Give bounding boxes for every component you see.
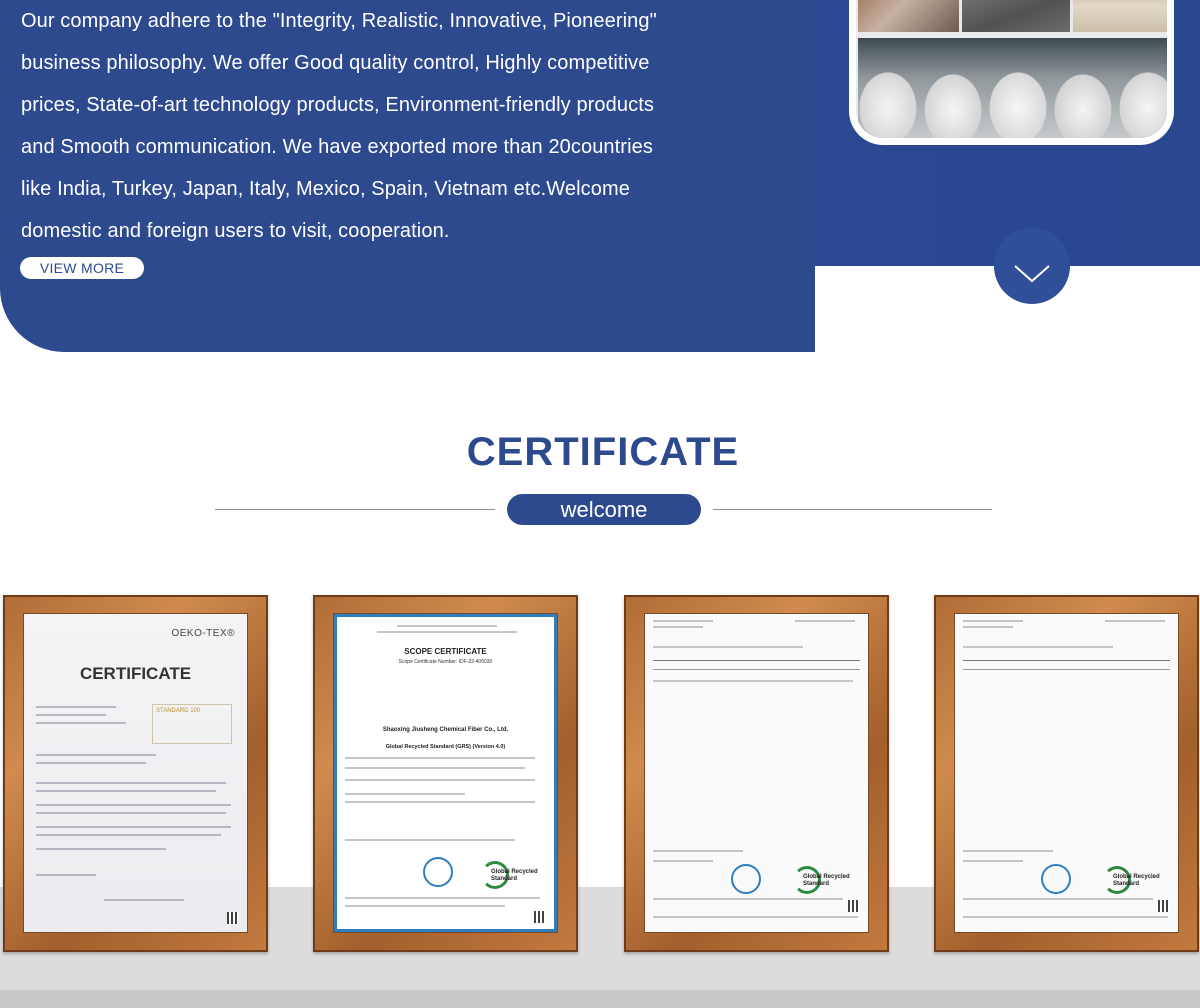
certificate-heading: SCOPE CERTIFICATE [404, 647, 487, 656]
certificate-frame-2[interactable]: SCOPE CERTIFICATE Scope Certificate Numb… [313, 595, 578, 952]
qr-code [227, 912, 239, 924]
products-table [653, 660, 860, 670]
qr-code [1158, 900, 1170, 912]
standard-name: Global Recycled Standard (GRS) (Version … [385, 744, 506, 750]
text-line [653, 850, 743, 852]
about-line: and Smooth communication. We have export… [21, 136, 653, 158]
text-line [345, 767, 525, 769]
certificate-heading: CERTIFICATE [79, 664, 192, 683]
site-appendix-certificate: Global Recycled Standard [955, 614, 1178, 932]
oeko-tex-certificate: OEKO-TEX® CERTIFICATE STANDARD 100 [24, 614, 247, 932]
about-line: like India, Turkey, Japan, Italy, Mexico… [21, 178, 630, 200]
text-line [345, 801, 535, 803]
grs-logo: Global Recycled Standard [481, 861, 539, 889]
factory-photo-1 [858, 0, 959, 32]
text-line [653, 860, 713, 862]
qr-code [848, 900, 860, 912]
text-line [1105, 620, 1165, 622]
text-line [36, 826, 231, 828]
text-line [963, 850, 1053, 852]
grs-logo-text: Global Recycled Standard [1113, 874, 1160, 887]
chevron-down-icon [1014, 265, 1050, 283]
about-line: domestic and foreign users to visit, coo… [21, 220, 450, 242]
grs-logo: Global Recycled Standard [1103, 866, 1161, 894]
title-divider-right [713, 509, 992, 510]
grs-logo-text: Global Recycled Standard [803, 874, 850, 887]
text-line [36, 848, 166, 850]
standard-100-badge: STANDARD 100 [152, 704, 232, 744]
text-line [345, 793, 465, 795]
text-line [36, 790, 216, 792]
certificate-title: CERTIFICATE [466, 430, 740, 474]
certificate-number: Scope Certificate Number: IDF-22-405030 [398, 659, 493, 665]
text-line [36, 782, 226, 784]
scope-certificate: SCOPE CERTIFICATE Scope Certificate Numb… [334, 614, 557, 932]
text-line [36, 762, 146, 764]
text-line [36, 874, 96, 876]
text-line [653, 626, 703, 628]
text-line [397, 625, 497, 627]
warehouse-bags-photo [858, 38, 1167, 138]
factory-photo-2 [962, 0, 1070, 32]
text-line [345, 905, 505, 907]
grs-logo: Global Recycled Standard [793, 866, 851, 894]
site-table [963, 660, 1170, 670]
text-line [653, 916, 858, 918]
idfl-seal [731, 864, 761, 894]
text-line [653, 898, 843, 900]
qr-code [534, 911, 546, 923]
about-line: business philosophy. We offer Good quali… [21, 52, 650, 74]
factory-photo-3 [1073, 0, 1167, 32]
display-shelf-base [0, 990, 1200, 1008]
text-line [795, 620, 855, 622]
about-panel: Our company adhere to the "Integrity, Re… [0, 0, 815, 352]
factory-photo-collage [849, 0, 1174, 145]
text-line [963, 646, 1113, 648]
view-more-button[interactable]: VIEW MORE [20, 257, 144, 279]
text-line [963, 916, 1168, 918]
signature-line [104, 899, 184, 901]
grs-logo-text: Global Recycled Standard [491, 869, 538, 882]
certificate-frame-3[interactable]: Global Recycled Standard [624, 595, 889, 952]
text-line [377, 631, 517, 633]
text-line [963, 860, 1023, 862]
certificate-subtitle: welcome [507, 494, 701, 525]
text-line [963, 898, 1153, 900]
text-line [36, 714, 106, 716]
certificate-frame-1[interactable]: OEKO-TEX® CERTIFICATE STANDARD 100 [3, 595, 268, 952]
text-line [36, 834, 221, 836]
company-name: Shaoxing Jiusheng Chemical Fiber Co., Lt… [382, 727, 509, 733]
text-line [963, 620, 1023, 622]
text-line [653, 680, 853, 682]
text-line [36, 812, 226, 814]
title-divider-left [215, 509, 495, 510]
certificate-frame-4[interactable]: Global Recycled Standard [934, 595, 1199, 952]
text-line [653, 620, 713, 622]
about-line: Our company adhere to the "Integrity, Re… [21, 10, 657, 32]
products-appendix-certificate: Global Recycled Standard [645, 614, 868, 932]
about-description: Our company adhere to the "Integrity, Re… [21, 0, 721, 252]
text-line [36, 804, 231, 806]
text-line [653, 646, 803, 648]
text-line [345, 779, 535, 781]
idfl-seal [1041, 864, 1071, 894]
scroll-down-button[interactable] [994, 228, 1070, 304]
text-line [963, 626, 1013, 628]
oeko-tex-logo: OEKO-TEX® [171, 628, 235, 639]
text-line [345, 839, 515, 841]
text-line [36, 754, 156, 756]
idfl-seal [423, 857, 453, 887]
text-line [36, 722, 126, 724]
about-line: prices, State-of-art technology products… [21, 94, 654, 116]
text-line [36, 706, 116, 708]
text-line [345, 757, 535, 759]
text-line [345, 897, 540, 899]
